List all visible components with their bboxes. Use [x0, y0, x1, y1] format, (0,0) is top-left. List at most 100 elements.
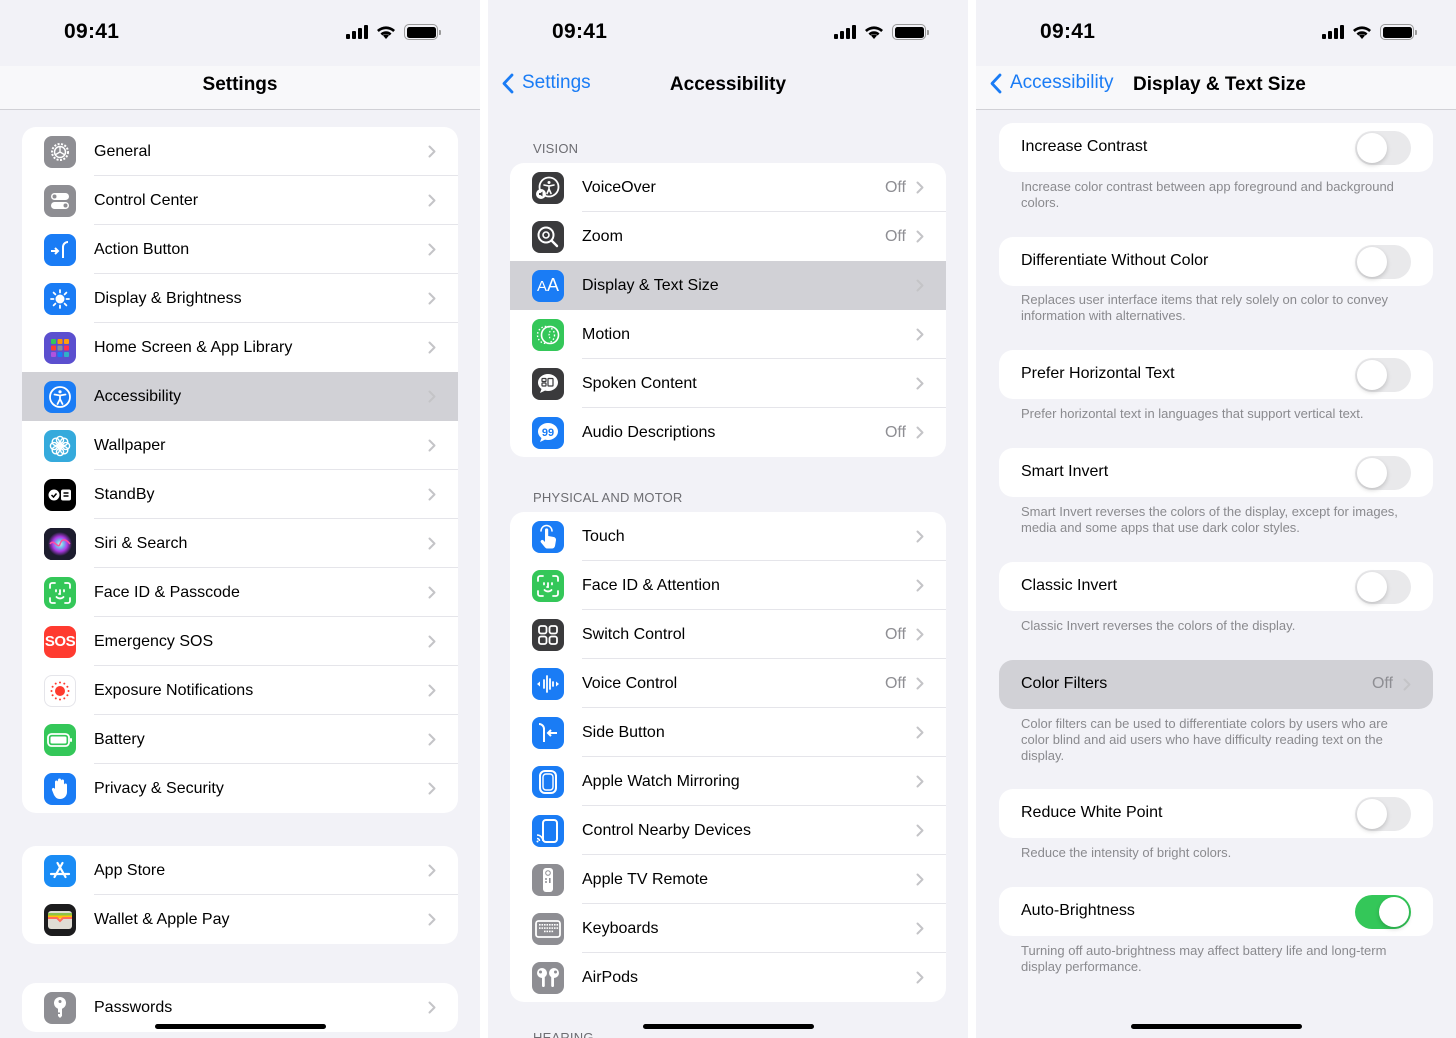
list-item-display-and-text-size[interactable]: AA Display & Text Size: [510, 261, 946, 310]
list-item-wallpaper[interactable]: Wallpaper: [22, 421, 458, 470]
item-label: Exposure Notifications: [94, 681, 254, 699]
list-item-side-button[interactable]: Side Button: [510, 708, 946, 757]
item-label: Switch Control: [582, 625, 686, 643]
chevron-right-icon: [916, 328, 924, 341]
smart-invert-footnote: Smart Invert reverses the colors of the …: [1021, 504, 1398, 535]
home-indicator[interactable]: [643, 1024, 814, 1029]
list-item-touch[interactable]: Touch: [510, 512, 946, 561]
sos-icon: SOS: [44, 625, 76, 658]
back-button[interactable]: Accessibility: [990, 72, 1113, 94]
list-item-home-screen-and-app-library[interactable]: Home Screen & App Library: [22, 323, 458, 372]
status-time: 09:41: [552, 20, 608, 43]
item-label: Privacy & Security: [94, 779, 224, 797]
physical-motor-group: Touch Face ID & Attention Switch Control Of…: [510, 512, 946, 1002]
item-label: Face ID & Attention: [582, 576, 720, 594]
zoom-icon: [532, 220, 564, 253]
prefer-horizontal-text-toggle[interactable]: [1355, 358, 1411, 392]
list-item-apple-watch-mirroring[interactable]: Apple Watch Mirroring: [510, 757, 946, 806]
standby-icon: [44, 478, 76, 511]
list-item-display-and-brightness[interactable]: Display & Brightness: [22, 274, 458, 323]
chevron-right-icon: [916, 181, 924, 194]
option-label: Smart Invert: [1021, 463, 1109, 480]
key-icon: [44, 991, 76, 1024]
item-label: Side Button: [582, 723, 665, 741]
status-time: 09:41: [64, 20, 120, 43]
gear-icon: [44, 135, 76, 168]
chevron-right-icon: [428, 292, 436, 305]
list-item-app-store[interactable]: App Store: [22, 846, 458, 895]
voice-control-icon: [532, 667, 564, 700]
status-bar: 09:41: [488, 0, 968, 66]
list-item-control-nearby-devices[interactable]: Control Nearby Devices: [510, 806, 946, 855]
auto-brightness-toggle[interactable]: [1355, 895, 1411, 929]
classic-invert-footnote: Classic Invert reverses the colors of th…: [1021, 618, 1296, 633]
option-increase-contrast: Increase Contrast: [999, 123, 1433, 172]
item-label: Control Center: [94, 191, 199, 209]
smart-invert-toggle[interactable]: [1355, 456, 1411, 490]
prefer-horizontal-text-footnote: Prefer horizontal text in languages that…: [1021, 406, 1364, 421]
item-label: Accessibility: [94, 387, 182, 405]
list-item-motion[interactable]: Motion: [510, 310, 946, 359]
vision-group: VoiceOver Off Zoom Off AA Display & Text Size…: [510, 163, 946, 457]
list-item-wallet-and-apple-pay[interactable]: Wallet & Apple Pay: [22, 895, 458, 944]
list-item-spoken-content[interactable]: Spoken Content: [510, 359, 946, 408]
differentiate-without-color-toggle[interactable]: [1355, 245, 1411, 279]
chevron-right-icon: [916, 426, 924, 439]
option-color-filters[interactable]: Color Filters Off: [999, 660, 1433, 709]
chevron-right-icon: [428, 341, 436, 354]
item-label: Action Button: [94, 240, 190, 258]
wifi-icon: [865, 25, 883, 39]
settings-screen: 09:41 Settings General Control Center Acti…: [0, 0, 480, 1038]
list-item-voiceover[interactable]: VoiceOver Off: [510, 163, 946, 212]
switch-control-icon: [532, 618, 564, 651]
increase-contrast-toggle[interactable]: [1355, 131, 1411, 165]
chevron-right-icon: [428, 635, 436, 648]
list-item-general[interactable]: General: [22, 127, 458, 176]
list-item-face-id-and-passcode[interactable]: Face ID & Passcode: [22, 568, 458, 617]
item-label: Display & Brightness: [94, 289, 242, 307]
list-item-emergency-sos[interactable]: SOS Emergency SOS: [22, 617, 458, 666]
sun-icon: [44, 282, 76, 315]
item-label: Spoken Content: [582, 374, 697, 392]
reduce-white-point-toggle[interactable]: [1355, 797, 1411, 831]
chevron-right-icon: [428, 1001, 436, 1014]
option-smart-invert: Smart Invert: [999, 448, 1433, 497]
list-item-face-id-and-attention[interactable]: Face ID & Attention: [510, 561, 946, 610]
list-item-audio-descriptions[interactable]: 99 Audio Descriptions Off: [510, 408, 946, 457]
item-label: Apple Watch Mirroring: [582, 772, 740, 790]
chevron-right-icon: [428, 733, 436, 746]
display-text-size-screen: 09:41 Accessibility Display & Text Size …: [976, 0, 1456, 1038]
list-item-airpods[interactable]: AirPods: [510, 953, 946, 1002]
remote-icon: [532, 863, 564, 896]
exposure-icon: [44, 674, 76, 707]
list-item-privacy-and-security[interactable]: Privacy & Security: [22, 764, 458, 813]
option-differentiate-without-color: Differentiate Without Color: [999, 237, 1433, 286]
item-label: Emergency SOS: [94, 632, 214, 650]
list-item-switch-control[interactable]: Switch Control Off: [510, 610, 946, 659]
back-label: Accessibility: [1010, 72, 1114, 93]
item-label: Passwords: [94, 998, 173, 1016]
chevron-right-icon: [428, 864, 436, 877]
list-item-control-center[interactable]: Control Center: [22, 176, 458, 225]
text-size-icon: AA: [532, 269, 564, 302]
battery-status-icon: [404, 24, 441, 40]
list-item-accessibility[interactable]: Accessibility: [22, 372, 458, 421]
list-item-apple-tv-remote[interactable]: Apple TV Remote: [510, 855, 946, 904]
list-item-zoom[interactable]: Zoom Off: [510, 212, 946, 261]
list-item-siri-and-search[interactable]: Siri & Search: [22, 519, 458, 568]
list-item-exposure-notifications[interactable]: Exposure Notifications: [22, 666, 458, 715]
home-indicator[interactable]: [155, 1024, 326, 1029]
home-indicator[interactable]: [1131, 1024, 1302, 1029]
list-item-voice-control[interactable]: Voice Control Off: [510, 659, 946, 708]
list-item-battery[interactable]: Battery: [22, 715, 458, 764]
option-label: Increase Contrast: [1021, 138, 1148, 155]
list-item-standby[interactable]: StandBy: [22, 470, 458, 519]
page-title: Accessibility: [669, 74, 787, 95]
item-value: Off: [884, 227, 906, 245]
chevron-right-icon: [428, 537, 436, 550]
classic-invert-toggle[interactable]: [1355, 570, 1411, 604]
list-item-action-button[interactable]: Action Button: [22, 225, 458, 274]
nav-bar: Accessibility Display & Text Size: [976, 66, 1456, 110]
chevron-right-icon: [916, 971, 924, 984]
list-item-keyboards[interactable]: Keyboards: [510, 904, 946, 953]
